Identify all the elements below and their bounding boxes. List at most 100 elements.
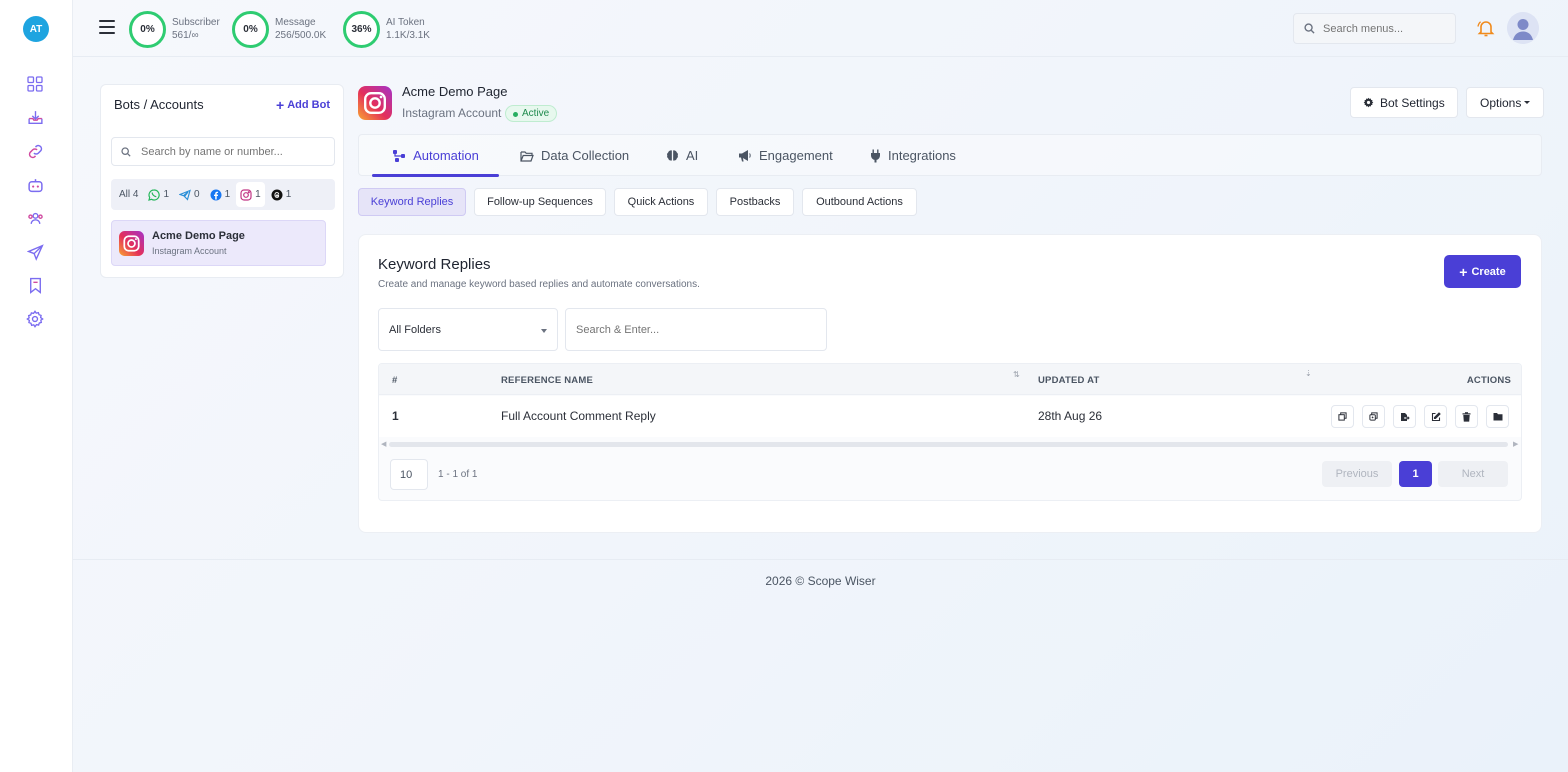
tab-integrations[interactable]: Integrations	[870, 135, 956, 176]
dashboard-icon[interactable]	[25, 74, 45, 94]
next-page-button[interactable]: Next	[1438, 461, 1508, 487]
tab-label: Data Collection	[541, 148, 630, 163]
column-header-reference-name[interactable]: REFERENCE NAME	[501, 375, 593, 386]
tab-label: Automation	[413, 148, 479, 163]
tab-label: AI	[686, 148, 699, 163]
bot-search[interactable]	[111, 137, 335, 166]
delete-icon	[1462, 411, 1471, 422]
whatsapp-icon	[148, 188, 161, 201]
stat-ring: 0%	[232, 10, 269, 48]
page-number-button[interactable]: 1	[1399, 461, 1432, 487]
send-icon[interactable]	[25, 242, 45, 262]
pagination-info: 1 - 1 of 1	[438, 469, 478, 480]
copy-button[interactable]	[1331, 405, 1354, 428]
brain-icon	[667, 150, 678, 161]
folder-select-value: All Folders	[389, 323, 441, 336]
filter-instagram[interactable]: 1	[236, 182, 265, 207]
options-dropdown[interactable]: Options	[1466, 87, 1545, 118]
table-header: # REFERENCE NAME ⇅ UPDATED AT ⇣ ACTIONS	[379, 364, 1521, 395]
gear-icon	[1363, 97, 1374, 108]
bookmark-icon[interactable]	[25, 275, 45, 295]
settings-icon[interactable]	[25, 309, 45, 329]
subtab-keyword-replies[interactable]: Keyword Replies	[358, 188, 466, 216]
bot-card-name: Acme Demo Page	[152, 230, 245, 242]
stat-label: Subscriber	[172, 17, 220, 28]
row-updated-at: 28th Aug 26	[1038, 409, 1103, 423]
filter-facebook[interactable]: 1	[206, 182, 235, 207]
create-button[interactable]: + Create	[1444, 255, 1521, 288]
notification-bell-icon[interactable]	[1476, 18, 1496, 38]
users-icon[interactable]	[25, 208, 45, 228]
bots-panel: Bots / Accounts +Add Bot All 4 1 0 1 1 1…	[100, 84, 344, 278]
keyword-search-input[interactable]	[576, 323, 816, 336]
bot-settings-button[interactable]: Bot Settings	[1350, 87, 1458, 118]
export-icon	[1400, 412, 1410, 421]
filter-count: 1	[224, 189, 231, 200]
folder-select[interactable]: All Folders	[378, 308, 558, 351]
menu-toggle-icon[interactable]	[99, 20, 115, 34]
page-title: Acme Demo Page	[402, 84, 508, 99]
bot-search-input[interactable]	[141, 145, 331, 158]
sort-desc-icon[interactable]: ⇣	[1305, 369, 1312, 378]
sort-icon[interactable]: ⇅	[1013, 370, 1020, 379]
tab-ai[interactable]: AI	[666, 135, 698, 176]
subtab-outbound-actions[interactable]: Outbound Actions	[802, 188, 917, 216]
filter-count: 1	[255, 189, 261, 200]
bot-card-selected[interactable]: Acme Demo Page Instagram Account	[111, 220, 326, 266]
filter-threads[interactable]: 1	[267, 182, 296, 207]
edit-button[interactable]	[1424, 405, 1447, 428]
stat-value: 561/∞	[172, 30, 199, 41]
scroll-left-icon[interactable]: ◀	[381, 440, 386, 448]
delete-button[interactable]	[1455, 405, 1478, 428]
section-title: Keyword Replies	[378, 256, 491, 273]
filter-all-label: All	[119, 189, 131, 200]
stat-value: 1.1K/3.1K	[386, 30, 430, 41]
column-header-updated-at[interactable]: UPDATED AT	[1038, 375, 1099, 386]
telegram-icon	[179, 188, 191, 201]
tab-engagement[interactable]: Engagement	[738, 135, 833, 176]
edit-icon	[1431, 411, 1441, 421]
row-reference-name: Full Account Comment Reply	[501, 409, 656, 423]
filter-telegram[interactable]: 0	[175, 182, 204, 207]
link-icon[interactable]	[25, 141, 45, 161]
bot-settings-label: Bot Settings	[1380, 95, 1445, 110]
keyword-table: # REFERENCE NAME ⇅ UPDATED AT ⇣ ACTIONS …	[378, 363, 1522, 501]
page-subtitle: Instagram Account	[402, 106, 502, 120]
menu-search[interactable]	[1293, 13, 1456, 44]
stat-value: 256/500.0K	[275, 30, 327, 41]
chevron-down-icon	[1524, 101, 1531, 104]
export-button[interactable]	[1393, 405, 1416, 428]
tab-data-collection[interactable]: Data Collection	[520, 135, 629, 176]
tab-label: Integrations	[888, 148, 956, 163]
tab-automation[interactable]: Automation	[372, 135, 499, 177]
plus-icon: +	[1459, 263, 1468, 280]
page-size-select[interactable]: 10	[390, 459, 428, 490]
stat-message: 0% Message 256/500.0K	[232, 10, 326, 48]
search-icon	[121, 146, 131, 157]
subtab-quick-actions[interactable]: Quick Actions	[614, 188, 708, 216]
horizontal-scrollbar[interactable]	[389, 442, 1508, 447]
menu-search-input[interactable]	[1323, 22, 1443, 35]
filter-whatsapp[interactable]: 1	[144, 182, 173, 207]
folder-open-icon	[520, 150, 534, 162]
instagram-icon	[119, 231, 144, 256]
duplicate-button[interactable]	[1362, 405, 1385, 428]
subtab-postbacks[interactable]: Postbacks	[716, 188, 794, 216]
user-avatar[interactable]	[1507, 12, 1539, 44]
subtab-follow-up-sequences[interactable]: Follow-up Sequences	[474, 188, 606, 216]
filter-count: 1	[285, 189, 292, 200]
add-bot-button[interactable]: + Add Bot	[276, 98, 330, 112]
status-badge: Active	[505, 105, 558, 122]
options-label: Options	[1480, 95, 1522, 110]
move-folder-button[interactable]	[1486, 405, 1509, 428]
app-logo[interactable]: AT	[23, 16, 49, 42]
scroll-right-icon[interactable]: ▶	[1513, 440, 1518, 448]
previous-page-button[interactable]: Previous	[1322, 461, 1392, 487]
bot-icon[interactable]	[25, 175, 45, 195]
tab-label: Engagement	[759, 148, 833, 163]
filter-all[interactable]: All 4	[115, 182, 142, 207]
stat-ring: 36%	[343, 10, 380, 48]
keyword-search[interactable]	[565, 308, 827, 351]
column-header-number: #	[392, 375, 398, 386]
inbox-download-icon[interactable]	[25, 107, 45, 127]
